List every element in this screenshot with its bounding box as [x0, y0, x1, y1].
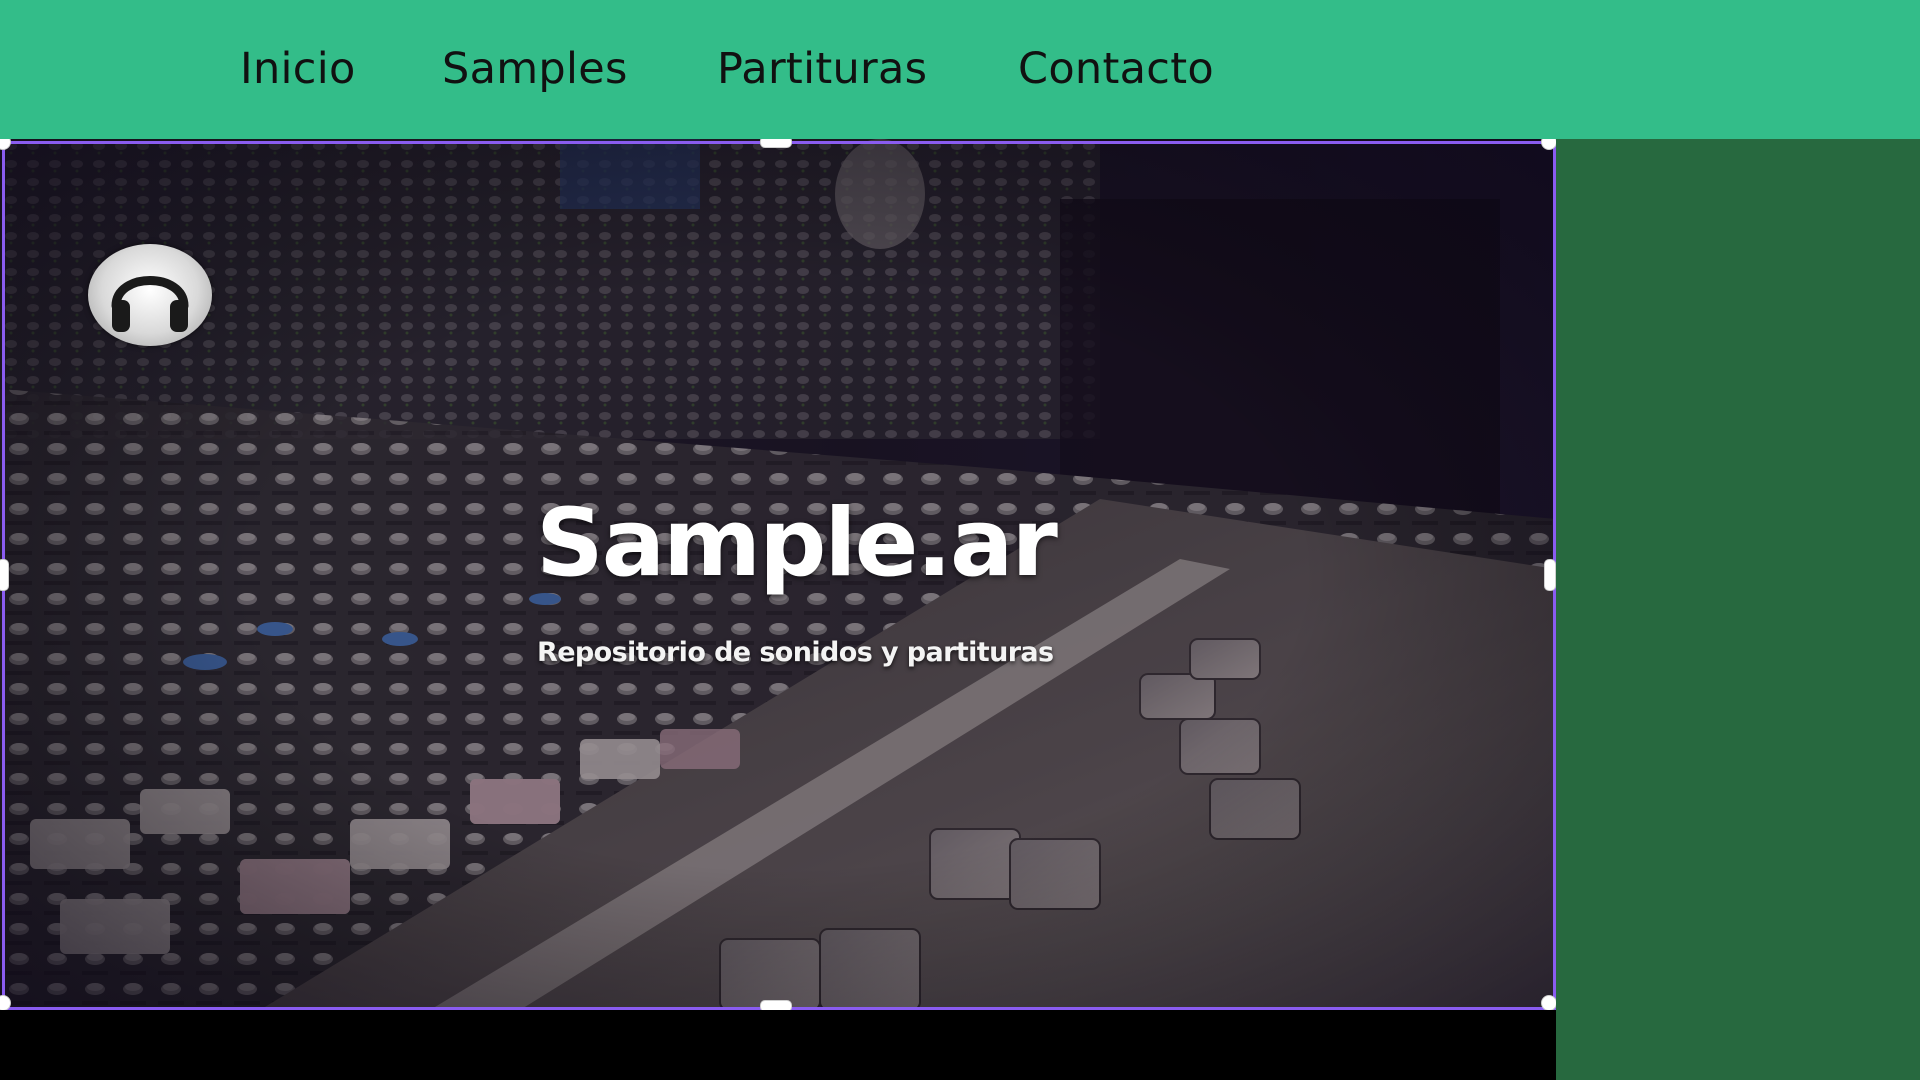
- headphones-icon: [111, 276, 189, 332]
- resize-handle-bottom-left[interactable]: [0, 995, 11, 1010]
- resize-handle-bottom[interactable]: [760, 1000, 792, 1010]
- headphones-logo: [88, 244, 212, 346]
- resize-handle-left[interactable]: [0, 559, 9, 591]
- resize-handle-top-right[interactable]: [1541, 139, 1556, 150]
- hero-banner[interactable]: Sample.ar Repositorio de sonidos y parti…: [0, 139, 1556, 1010]
- bottom-band: [0, 1010, 1556, 1080]
- resize-handle-top[interactable]: [760, 139, 792, 148]
- resize-handle-bottom-right[interactable]: [1541, 995, 1556, 1010]
- hero-subtitle: Repositorio de sonidos y partituras: [537, 637, 1054, 668]
- nav-link-partituras[interactable]: Partituras: [717, 44, 927, 94]
- nav-link-inicio[interactable]: Inicio: [240, 44, 356, 94]
- top-navbar: Inicio Samples Partituras Contacto: [0, 0, 1920, 139]
- nav-link-contacto[interactable]: Contacto: [1018, 44, 1214, 94]
- side-panel: [1556, 139, 1920, 1080]
- hero-title: Sample.ar: [536, 489, 1058, 598]
- nav-link-samples[interactable]: Samples: [442, 44, 628, 94]
- resize-handle-right[interactable]: [1544, 559, 1556, 591]
